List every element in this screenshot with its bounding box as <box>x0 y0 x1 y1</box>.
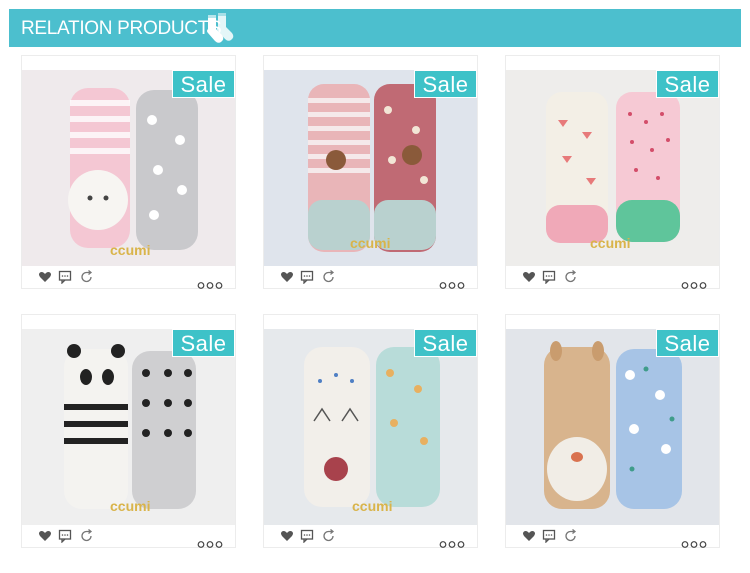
product-card[interactable]: ccumi Sale <box>22 315 235 548</box>
sale-badge: Sale <box>172 70 235 98</box>
product-card[interactable]: ccumi Sale <box>264 315 477 548</box>
share-icon[interactable] <box>80 269 94 289</box>
svg-text:ccumi: ccumi <box>110 242 150 258</box>
product-card[interactable]: Sale <box>506 315 719 548</box>
product-photo[interactable]: ccumi Sale <box>264 329 477 525</box>
svg-text:ccumi: ccumi <box>352 498 392 514</box>
card-actions <box>506 525 719 548</box>
more-icon[interactable] <box>681 535 707 553</box>
product-photo[interactable]: ccumi Sale <box>22 70 235 266</box>
card-actions <box>264 266 477 289</box>
comment-icon[interactable] <box>542 529 556 548</box>
heart-icon[interactable] <box>38 529 52 548</box>
sale-badge: Sale <box>172 329 235 357</box>
share-icon[interactable] <box>322 528 336 548</box>
sale-badge: Sale <box>656 329 719 357</box>
more-icon[interactable] <box>197 276 223 294</box>
sale-badge: Sale <box>656 70 719 98</box>
product-card[interactable]: ccumi Sale <box>22 56 235 289</box>
share-icon[interactable] <box>80 528 94 548</box>
card-actions <box>22 525 235 548</box>
product-photo[interactable]: ccumi Sale <box>264 70 477 266</box>
heart-icon[interactable] <box>280 529 294 548</box>
card-actions <box>22 266 235 289</box>
comment-icon[interactable] <box>58 270 72 289</box>
heart-icon[interactable] <box>522 529 536 548</box>
more-icon[interactable] <box>197 535 223 553</box>
product-grid: ccumi Sale ccumi Sale ccumi Sale ccumi S… <box>0 0 750 573</box>
share-icon[interactable] <box>564 269 578 289</box>
svg-text:ccumi: ccumi <box>590 235 630 251</box>
sale-badge: Sale <box>414 70 477 98</box>
more-icon[interactable] <box>439 535 465 553</box>
card-actions <box>506 266 719 289</box>
svg-text:ccumi: ccumi <box>350 235 390 251</box>
product-card[interactable]: ccumi Sale <box>506 56 719 289</box>
heart-icon[interactable] <box>38 270 52 289</box>
card-actions <box>264 525 477 548</box>
product-photo[interactable]: Sale <box>506 329 719 525</box>
comment-icon[interactable] <box>542 270 556 289</box>
svg-text:ccumi: ccumi <box>110 498 150 514</box>
share-icon[interactable] <box>322 269 336 289</box>
comment-icon[interactable] <box>300 270 314 289</box>
more-icon[interactable] <box>681 276 707 294</box>
sale-badge: Sale <box>414 329 477 357</box>
heart-icon[interactable] <box>522 270 536 289</box>
comment-icon[interactable] <box>58 529 72 548</box>
heart-icon[interactable] <box>280 270 294 289</box>
product-photo[interactable]: ccumi Sale <box>506 70 719 266</box>
more-icon[interactable] <box>439 276 465 294</box>
product-photo[interactable]: ccumi Sale <box>22 329 235 525</box>
share-icon[interactable] <box>564 528 578 548</box>
comment-icon[interactable] <box>300 529 314 548</box>
product-card[interactable]: ccumi Sale <box>264 56 477 289</box>
